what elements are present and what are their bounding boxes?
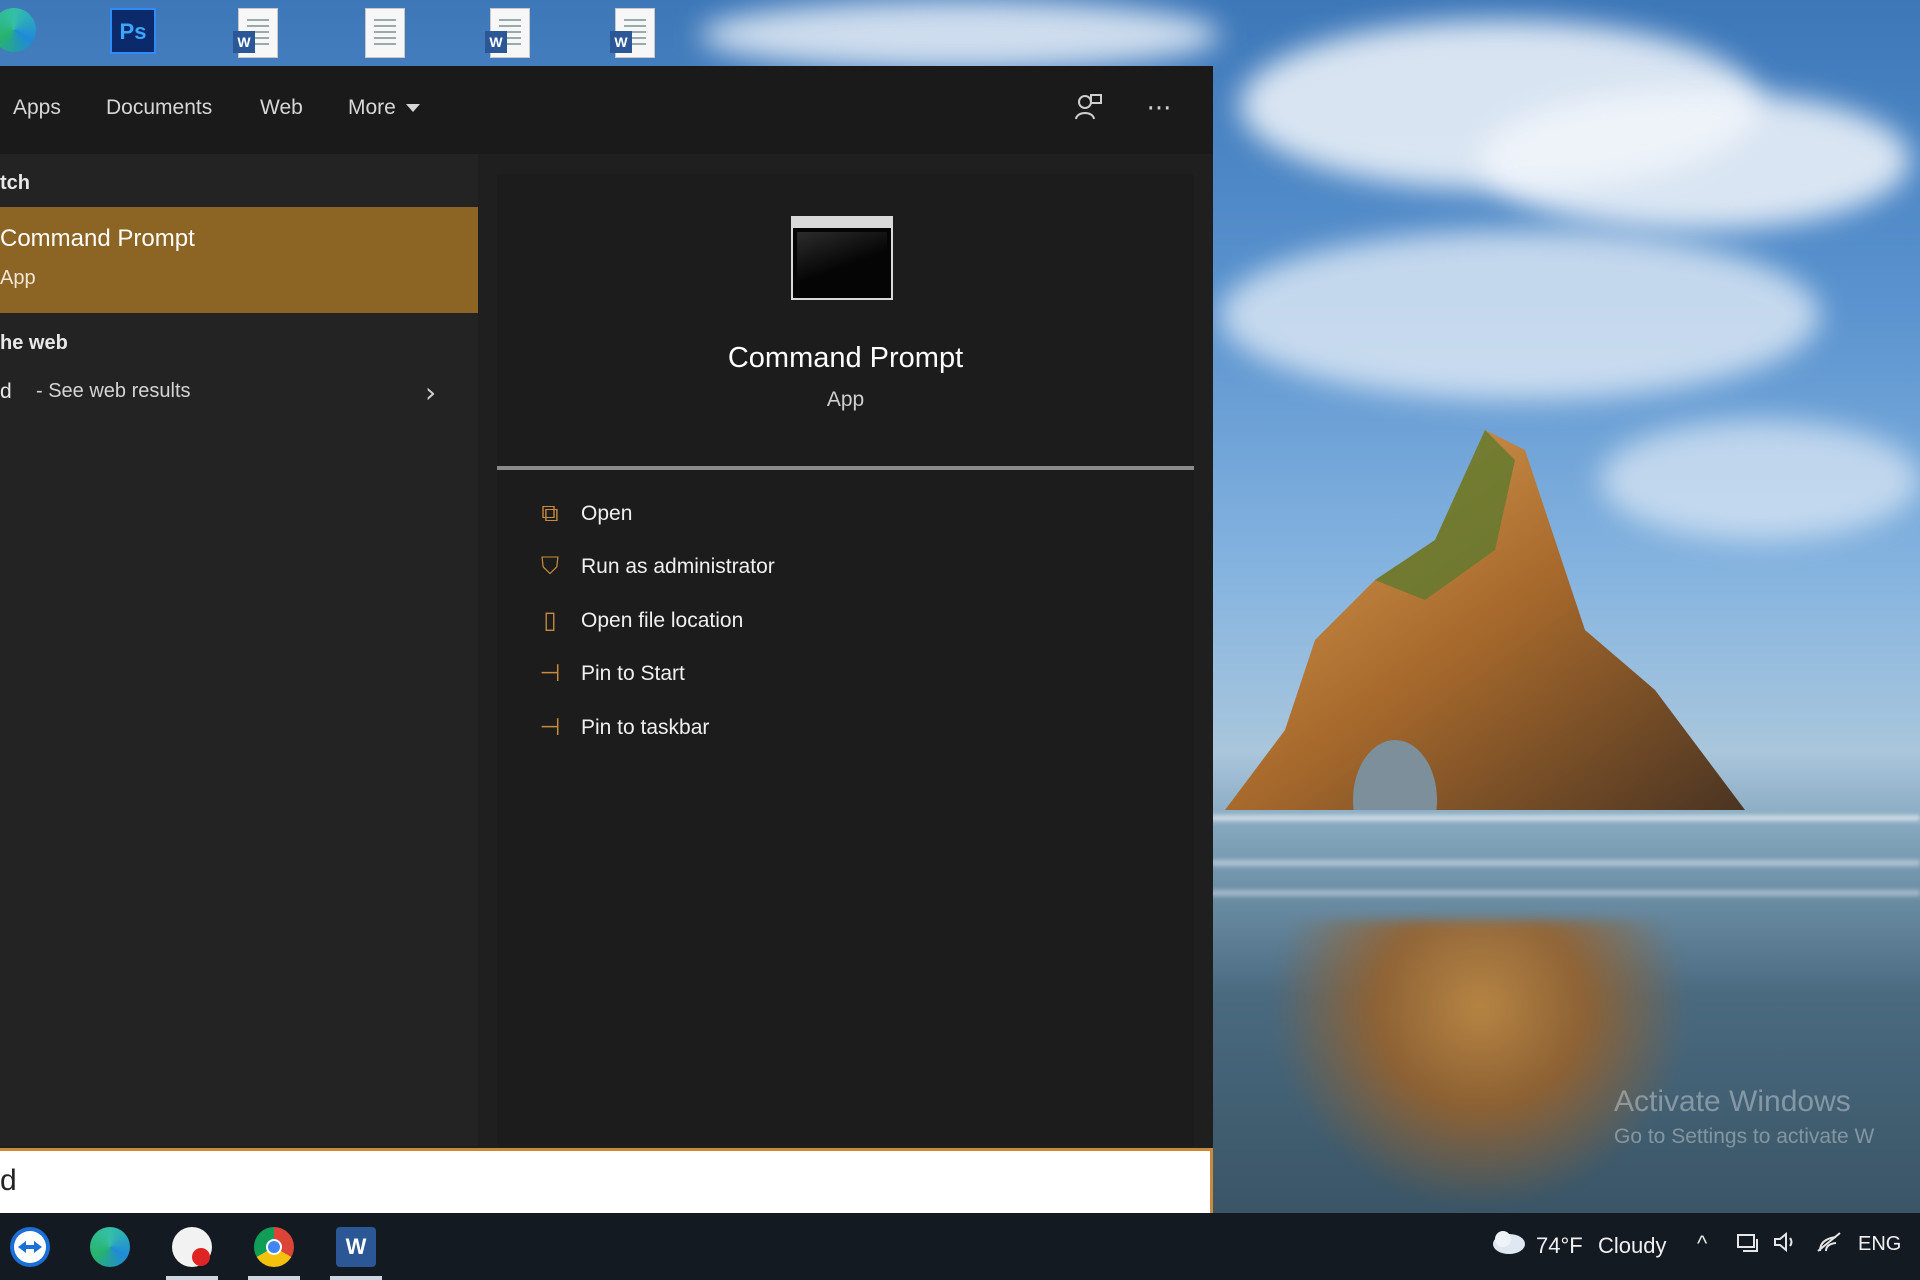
- wave: [1210, 815, 1920, 821]
- action-pin-to-start[interactable]: ⊣ Pin to Start: [535, 656, 1175, 696]
- show-hidden-icons[interactable]: ^: [1697, 1231, 1707, 1257]
- open-icon: ⧉: [541, 499, 559, 527]
- pin-icon: ⊣: [539, 659, 561, 687]
- teamviewer-icon: [10, 1227, 50, 1267]
- cloud: [700, 0, 1220, 70]
- wifi-icon[interactable]: [1816, 1231, 1842, 1259]
- web-result-row[interactable]: d - See web results ›: [0, 372, 478, 416]
- sea-arch-rock: [1225, 430, 1745, 810]
- search-filter-bar: Apps Documents Web More ···: [0, 66, 1213, 154]
- activate-windows-watermark: Activate Windows Go to Settings to activ…: [1614, 1085, 1874, 1149]
- cloud: [1480, 90, 1910, 230]
- photoshop-icon: Ps: [110, 8, 156, 54]
- weather-description[interactable]: Cloudy: [1598, 1233, 1666, 1259]
- running-indicator: [166, 1276, 218, 1280]
- file-location-icon: ▯: [543, 606, 557, 634]
- start-search-panel: Apps Documents Web More ··· tch Command …: [0, 66, 1213, 1214]
- taskbar-teamviewer[interactable]: [2, 1222, 58, 1272]
- system-tray: 74°F Cloudy ^ ENG: [1480, 1213, 1920, 1280]
- text-document-shortcut[interactable]: [365, 8, 415, 58]
- app-detail-pane: Command Prompt App ⧉ Open ⛉ Run as admin…: [497, 174, 1194, 1146]
- word-document-shortcut[interactable]: W: [610, 8, 665, 58]
- word-document-shortcut[interactable]: W: [485, 8, 540, 58]
- edge-icon: [0, 8, 36, 52]
- detail-divider: [497, 466, 1194, 470]
- action-label: Open file location: [581, 609, 744, 632]
- volume-icon[interactable]: [1773, 1231, 1799, 1259]
- chevron-right-icon: ›: [425, 376, 437, 409]
- feedback-icon[interactable]: [1071, 92, 1105, 126]
- rock-reflection: [1270, 920, 1690, 1210]
- word-icon: W: [336, 1227, 376, 1267]
- word-document-icon: W: [233, 8, 278, 58]
- action-label: Open: [581, 502, 633, 525]
- action-open-file-location[interactable]: ▯ Open file location: [535, 603, 1175, 643]
- weather-cloud-icon[interactable]: [1487, 1227, 1527, 1263]
- text-document-icon: [365, 8, 405, 58]
- weather-temperature[interactable]: 74°F: [1536, 1233, 1583, 1259]
- best-match-subtitle: App: [0, 267, 36, 289]
- messaging-icon: [172, 1227, 212, 1267]
- running-indicator: [248, 1276, 300, 1280]
- watermark-title: Activate Windows: [1614, 1085, 1851, 1118]
- best-match-title: Command Prompt: [0, 225, 195, 252]
- action-open[interactable]: ⧉ Open: [535, 496, 1175, 536]
- tab-apps[interactable]: Apps: [13, 96, 61, 120]
- see-web-results: - See web results: [36, 380, 191, 402]
- watermark-subtitle: Go to Settings to activate W: [1614, 1125, 1875, 1148]
- tab-web[interactable]: Web: [260, 96, 303, 120]
- best-match-heading: tch: [0, 172, 30, 194]
- search-box[interactable]: [0, 1148, 1213, 1214]
- language-indicator[interactable]: ENG: [1858, 1233, 1901, 1256]
- taskbar: W 74°F Cloudy ^ ENG: [0, 1213, 1920, 1280]
- photoshop-desktop-shortcut[interactable]: Ps: [110, 8, 160, 58]
- taskbar-edge[interactable]: [82, 1222, 138, 1272]
- best-match-result[interactable]: Command Prompt App: [0, 207, 478, 313]
- word-document-icon: W: [485, 8, 530, 58]
- wave: [1210, 860, 1920, 866]
- word-document-shortcut[interactable]: W: [233, 8, 288, 58]
- action-label: Pin to taskbar: [581, 716, 710, 739]
- action-run-as-administrator[interactable]: ⛉ Run as administrator: [535, 549, 1175, 589]
- taskbar-messaging[interactable]: [164, 1222, 220, 1280]
- caret-down-icon: [405, 104, 420, 113]
- detail-app-name: Command Prompt: [727, 342, 964, 374]
- action-pin-to-taskbar[interactable]: ⊣ Pin to taskbar: [535, 710, 1175, 750]
- taskbar-word[interactable]: W: [328, 1222, 384, 1280]
- edge-icon: [90, 1227, 130, 1267]
- shield-icon: ⛉: [541, 552, 559, 580]
- chrome-icon: [254, 1227, 294, 1267]
- web-query: d: [0, 380, 12, 403]
- word-document-icon: W: [610, 8, 655, 58]
- pin-icon: ⊣: [539, 713, 561, 741]
- action-label: Pin to Start: [581, 662, 685, 685]
- action-label: Run as administrator: [581, 555, 775, 578]
- tab-documents[interactable]: Documents: [106, 96, 212, 120]
- running-indicator: [330, 1276, 382, 1280]
- cloud: [1220, 230, 1820, 400]
- taskbar-chrome[interactable]: [246, 1222, 302, 1280]
- search-web-heading: he web: [0, 332, 68, 354]
- wave: [1210, 890, 1920, 896]
- tab-more[interactable]: More: [348, 96, 420, 120]
- tab-more-label: More: [348, 96, 396, 119]
- edge-desktop-shortcut[interactable]: [0, 8, 42, 58]
- network-icon[interactable]: [1735, 1231, 1761, 1259]
- search-input[interactable]: [0, 1151, 1180, 1211]
- search-results-list: tch Command Prompt App he web d - See we…: [0, 154, 478, 1146]
- command-prompt-icon: [791, 216, 893, 300]
- detail-app-type: App: [826, 388, 865, 411]
- ellipsis-icon[interactable]: ···: [1142, 92, 1176, 126]
